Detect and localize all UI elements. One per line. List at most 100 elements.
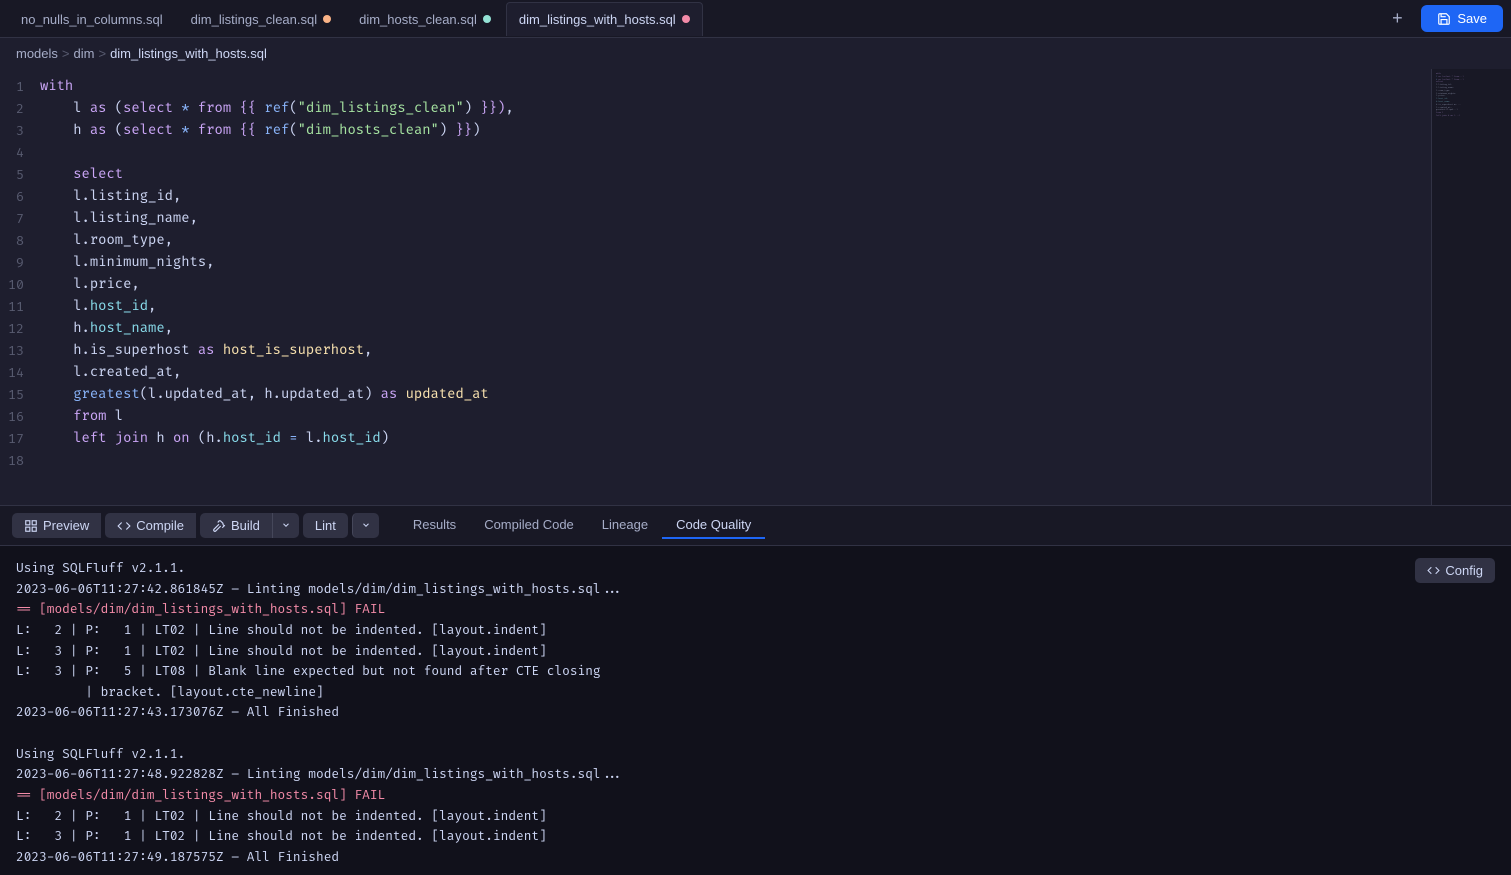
- line-num-1: 1: [0, 77, 40, 98]
- line-content-2: l as (select * from {{ ref("dim_listings…: [40, 99, 1415, 121]
- config-button[interactable]: Config: [1415, 558, 1495, 583]
- chevron-down-icon: [281, 520, 291, 530]
- console-line-1: Using SQLFluff v2.1.1.: [16, 558, 1495, 579]
- line-content-4: [40, 143, 1415, 165]
- line-num-7: 7: [0, 209, 40, 230]
- console-line-13: L: 2 | P: 1 | LT02 | Line should not be …: [16, 806, 1495, 827]
- code-line-3: 3 h as (select * from {{ ref("dim_hosts_…: [0, 121, 1431, 143]
- bottom-panel: Preview Compile Build Lint Res: [0, 505, 1511, 875]
- save-label: Save: [1457, 11, 1487, 26]
- line-content-16: from l: [40, 407, 1415, 429]
- code-editor[interactable]: 1 with 2 l as (select * from {{ ref("dim…: [0, 69, 1431, 505]
- tab-dot-orange: [323, 15, 331, 23]
- build-button[interactable]: Build: [200, 513, 272, 538]
- code-line-14: 14 l.created_at,: [0, 363, 1431, 385]
- tab-dim-listings-with-hosts[interactable]: dim_listings_with_hosts.sql: [506, 2, 703, 36]
- compile-button-group: Compile: [105, 513, 196, 538]
- line-content-11: l.host_id,: [40, 297, 1415, 319]
- line-num-18: 18: [0, 451, 40, 472]
- tab-dim-listings-clean[interactable]: dim_listings_clean.sql: [178, 2, 344, 36]
- tab-no-nulls[interactable]: no_nulls_in_columns.sql: [8, 2, 176, 36]
- code-line-5: 5 select: [0, 165, 1431, 187]
- lint-dropdown-button[interactable]: [352, 513, 379, 538]
- code-line-12: 12 h.host_name,: [0, 319, 1431, 341]
- preview-button-group: Preview: [12, 513, 101, 538]
- tab-results[interactable]: Results: [399, 512, 470, 539]
- build-button-group: Build: [200, 513, 299, 538]
- line-num-10: 10: [0, 275, 40, 296]
- console-line-5: L: 3 | P: 1 | LT02 | Line should not be …: [16, 641, 1495, 662]
- tab-bar: no_nulls_in_columns.sql dim_listings_cle…: [0, 0, 1511, 38]
- line-num-6: 6: [0, 187, 40, 208]
- line-content-6: l.listing_id,: [40, 187, 1415, 209]
- tab-dot-teal: [483, 15, 491, 23]
- console-line-7: | bracket. [layout.cte_newline]: [16, 682, 1495, 703]
- line-content-12: h.host_name,: [40, 319, 1415, 341]
- bottom-toolbar: Preview Compile Build Lint Res: [0, 506, 1511, 546]
- line-num-16: 16: [0, 407, 40, 428]
- line-content-10: l.price,: [40, 275, 1415, 297]
- lint-button[interactable]: Lint: [303, 513, 348, 538]
- line-num-3: 3: [0, 121, 40, 142]
- tab-lineage[interactable]: Lineage: [588, 512, 662, 539]
- code-line-16: 16 from l: [0, 407, 1431, 429]
- compile-label: Compile: [136, 518, 184, 533]
- line-content-14: l.created_at,: [40, 363, 1415, 385]
- line-num-17: 17: [0, 429, 40, 450]
- console-line-8: 2023-06-06T11:27:43.173076Z – All Finish…: [16, 702, 1495, 723]
- breadcrumb-dim[interactable]: dim: [74, 46, 95, 61]
- code-line-11: 11 l.host_id,: [0, 297, 1431, 319]
- line-content-8: l.room_type,: [40, 231, 1415, 253]
- breadcrumb-file[interactable]: dim_listings_with_hosts.sql: [110, 46, 267, 61]
- code-line-7: 7 l.listing_name,: [0, 209, 1431, 231]
- breadcrumb-sep-1: >: [62, 46, 70, 61]
- bottom-tab-nav: Results Compiled Code Lineage Code Quali…: [399, 512, 765, 539]
- tab-compiled-code[interactable]: Compiled Code: [470, 512, 588, 539]
- line-num-2: 2: [0, 99, 40, 120]
- tab-code-quality[interactable]: Code Quality: [662, 512, 765, 539]
- line-content-1: with: [40, 77, 1415, 99]
- code-line-15: 15 greatest(l.updated_at, h.updated_at) …: [0, 385, 1431, 407]
- code-line-13: 13 h.is_superhost as host_is_superhost,: [0, 341, 1431, 363]
- code-line-10: 10 l.price,: [0, 275, 1431, 297]
- line-content-13: h.is_superhost as host_is_superhost,: [40, 341, 1415, 363]
- compile-button[interactable]: Compile: [105, 513, 196, 538]
- console-area[interactable]: Config Using SQLFluff v2.1.1. 2023-06-06…: [0, 546, 1511, 875]
- code-line-6: 6 l.listing_id,: [0, 187, 1431, 209]
- code-line-9: 9 l.minimum_nights,: [0, 253, 1431, 275]
- grid-icon: [24, 519, 38, 533]
- console-line-9: [16, 723, 1495, 744]
- lint-label: Lint: [315, 518, 336, 533]
- line-content-15: greatest(l.updated_at, h.updated_at) as …: [40, 385, 1415, 407]
- add-tab-button[interactable]: +: [1383, 5, 1411, 33]
- config-icon: [1427, 564, 1440, 577]
- line-num-15: 15: [0, 385, 40, 406]
- tab-label: dim_listings_with_hosts.sql: [519, 12, 676, 27]
- save-button[interactable]: Save: [1421, 5, 1503, 32]
- line-num-5: 5: [0, 165, 40, 186]
- code-line-2: 2 l as (select * from {{ ref("dim_listin…: [0, 99, 1431, 121]
- line-num-8: 8: [0, 231, 40, 252]
- tab-dim-hosts-clean[interactable]: dim_hosts_clean.sql: [346, 2, 504, 36]
- code-line-18: 18: [0, 451, 1431, 473]
- breadcrumb: models > dim > dim_listings_with_hosts.s…: [0, 38, 1511, 69]
- preview-label: Preview: [43, 518, 89, 533]
- breadcrumb-models[interactable]: models: [16, 46, 58, 61]
- config-label: Config: [1445, 563, 1483, 578]
- preview-button[interactable]: Preview: [12, 513, 101, 538]
- code-line-17: 17 left join h on (h.host_id = l.host_id…: [0, 429, 1431, 451]
- breadcrumb-sep-2: >: [98, 46, 106, 61]
- line-content-3: h as (select * from {{ ref("dim_hosts_cl…: [40, 121, 1415, 143]
- line-content-17: left join h on (h.host_id = l.host_id): [40, 429, 1415, 451]
- code-line-1: 1 with: [0, 77, 1431, 99]
- console-line-14: L: 3 | P: 1 | LT02 | Line should not be …: [16, 826, 1495, 847]
- line-num-11: 11: [0, 297, 40, 318]
- code-line-4: 4: [0, 143, 1431, 165]
- tab-label: dim_listings_clean.sql: [191, 12, 317, 27]
- line-content-5: select: [40, 165, 1415, 187]
- console-line-3: == [models/dim/dim_listings_with_hosts.s…: [16, 599, 1495, 620]
- console-line-6: L: 3 | P: 5 | LT08 | Blank line expected…: [16, 661, 1495, 682]
- build-dropdown-button[interactable]: [272, 513, 299, 538]
- code-icon: [117, 519, 131, 533]
- tab-dot-red: [682, 15, 690, 23]
